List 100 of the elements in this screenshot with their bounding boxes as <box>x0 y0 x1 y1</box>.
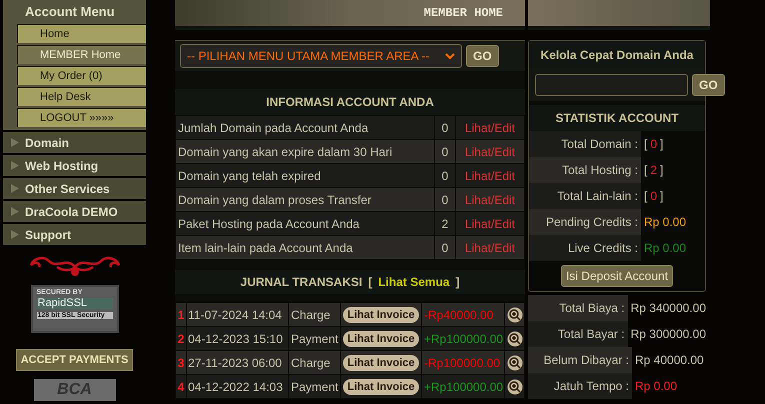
row-number: 2 <box>176 327 186 350</box>
transaction-amount: +Rp100000.00 <box>424 330 504 348</box>
bracket-text: [ <box>368 274 372 291</box>
category-item[interactable]: Domain <box>3 132 146 153</box>
billing-label: Total Biaya : <box>528 295 628 321</box>
edit-link[interactable]: Lihat/Edit <box>456 188 524 211</box>
accept-payments-button[interactable]: ACCEPT PAYMENTS <box>16 349 134 371</box>
chevron-down-icon <box>445 52 455 60</box>
triangle-icon <box>11 184 19 193</box>
statistic-label: Pending Credits : <box>529 209 641 235</box>
domain-input-field[interactable] <box>535 74 688 96</box>
account-menu-item[interactable]: Home <box>17 24 146 43</box>
row-number: 3 <box>176 351 186 374</box>
statistics-title: STATISTIK ACCOUNT <box>555 110 679 127</box>
row-number: 4 <box>176 375 186 398</box>
journal-title: JURNAL TRANSAKSI <box>240 274 362 291</box>
zoom-icon[interactable] <box>506 330 522 346</box>
account-info-label: Paket Hosting pada Account Anda <box>176 212 434 235</box>
category-item[interactable]: DraCoola DEMO <box>3 201 146 222</box>
edit-link[interactable]: Lihat/Edit <box>456 212 524 235</box>
view-invoice-button[interactable]: Lihat Invoice <box>343 330 419 346</box>
triangle-icon <box>11 138 19 147</box>
triangle-icon <box>11 230 19 239</box>
account-info-count: 0 <box>435 116 455 139</box>
statistic-label: Total Lain-lain : <box>529 183 641 209</box>
edit-link[interactable]: Lihat/Edit <box>456 164 524 187</box>
main-menu-select-value: -- PILIHAN MENU UTAMA MEMBER AREA -- <box>187 48 430 65</box>
view-invoice-button[interactable]: Lihat Invoice <box>343 354 419 370</box>
transaction-amount: -Rp100000.00 <box>424 354 500 372</box>
transaction-type: Payment <box>289 327 340 350</box>
billing-value: Rp 0.00 <box>634 378 678 395</box>
account-menu-item[interactable]: MEMBER Home <box>17 45 146 64</box>
account-info-count: 2 <box>435 212 455 235</box>
account-info-label: Jumlah Domain pada Account Anda <box>176 116 434 139</box>
transaction-amount: -Rp40000.00 <box>424 306 494 324</box>
category-item[interactable]: Other Services <box>3 178 146 199</box>
bracket-text: ] <box>660 136 664 153</box>
statistic-value: 0 <box>650 136 658 153</box>
bracket-text: ] <box>660 188 664 205</box>
transaction-date: 04-12-2023 15:10 <box>187 327 288 350</box>
account-menu-item[interactable]: Help Desk <box>17 87 146 106</box>
statistic-value: 0 <box>650 188 658 205</box>
statistic-value: 2 <box>650 162 658 179</box>
bracket-text: [ <box>644 162 648 179</box>
main-menu-select[interactable]: -- PILIHAN MENU UTAMA MEMBER AREA -- <box>180 44 462 68</box>
statistic-label: Total Hosting : <box>529 157 641 183</box>
account-info-label: Domain yang akan expire dalam 30 Hari <box>176 140 434 163</box>
bracket-text: [ <box>644 136 648 153</box>
edit-link[interactable]: Lihat/Edit <box>456 140 524 163</box>
triangle-icon <box>11 207 19 216</box>
transaction-type: Charge <box>289 303 340 326</box>
transaction-type: Charge <box>289 351 340 374</box>
billing-value: Rp 40000.00 <box>634 352 705 369</box>
ssl-badge-brand: RapidSSL <box>36 298 112 309</box>
statistic-value: Rp 0.00 <box>644 214 686 231</box>
transaction-date: 04-12-2022 14:03 <box>187 375 288 398</box>
view-invoice-button[interactable]: Lihat Invoice <box>343 306 419 322</box>
statistic-label: Live Credits : <box>529 235 641 261</box>
account-menu-item[interactable]: LOGOUT »»»» <box>17 108 146 127</box>
account-info-count: 0 <box>435 188 455 211</box>
account-info-label: Domain yang telah expired <box>176 164 434 187</box>
account-info-count: 0 <box>435 236 455 259</box>
view-invoice-button[interactable]: Lihat Invoice <box>343 378 419 394</box>
zoom-icon[interactable] <box>506 354 522 370</box>
triangle-icon <box>11 161 19 170</box>
view-all-link[interactable]: Lihat Semua <box>378 273 450 291</box>
billing-value: Rp 300000.00 <box>630 326 706 343</box>
account-info-label: Domain yang dalam proses Transfer <box>176 188 434 211</box>
bracket-text: ] <box>456 274 460 291</box>
account-info-label: Item lain-lain pada Account Anda <box>176 236 434 259</box>
edit-link[interactable]: Lihat/Edit <box>456 116 524 139</box>
transaction-date: 11-07-2024 14:04 <box>187 303 288 326</box>
billing-label: Jatuh Tempo : <box>528 373 632 399</box>
quick-domain-title: Kelola Cepat Domain Anda <box>540 47 694 64</box>
billing-label: Belum Dibayar : <box>528 347 632 373</box>
transaction-date: 27-11-2023 06:00 <box>187 351 288 374</box>
main-menu-go-button[interactable]: GO <box>466 45 499 67</box>
zoom-icon[interactable] <box>506 306 522 322</box>
domain-go-button[interactable]: GO <box>692 74 725 96</box>
statistic-value: Rp 0.00 <box>644 240 686 257</box>
bank-logo-text: BCA <box>57 380 92 400</box>
bracket-text: [ <box>644 188 648 205</box>
account-menu-title: Account Menu <box>24 3 116 22</box>
account-info-title: INFORMASI ACCOUNT ANDA <box>266 94 434 111</box>
transaction-type: Payment <box>289 375 340 398</box>
category-item[interactable]: Support <box>3 224 146 245</box>
transaction-amount: +Rp100000.00 <box>424 378 504 396</box>
deposit-button[interactable]: Isi Deposit Account <box>560 265 674 287</box>
billing-value: Rp 340000.00 <box>630 300 706 317</box>
account-info-count: 0 <box>435 164 455 187</box>
statistic-label: Total Domain : <box>529 131 641 157</box>
category-item[interactable]: Web Hosting <box>3 155 146 176</box>
page-title: MEMBER HOME <box>424 5 503 22</box>
edit-link[interactable]: Lihat/Edit <box>456 236 524 259</box>
account-info-count: 0 <box>435 140 455 163</box>
zoom-icon[interactable] <box>506 378 522 394</box>
account-menu-item[interactable]: My Order (0) <box>17 66 146 85</box>
bracket-text: ] <box>660 162 664 179</box>
billing-label: Total Bayar : <box>528 321 628 347</box>
row-number: 1 <box>176 303 186 326</box>
